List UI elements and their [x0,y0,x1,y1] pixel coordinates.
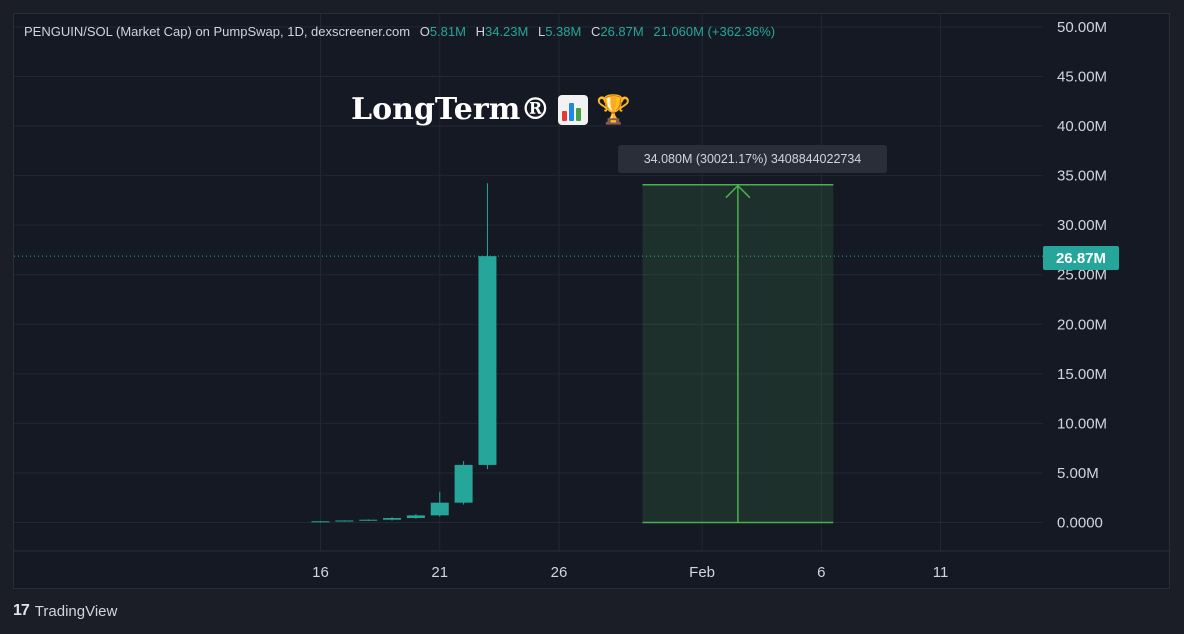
high-label: H [475,24,485,39]
high-value: 34.23M [484,24,529,39]
y-tick-label: 40.00M [1057,118,1107,135]
open-value: 5.81M [429,24,466,39]
y-tick-label: 15.00M [1057,366,1107,383]
candle-body [335,520,354,522]
x-tick-label: Feb [689,564,715,581]
candle-body [406,515,425,519]
y-tick-label: 20.00M [1057,316,1107,333]
longterm-annotation[interactable]: LongTerm® 🏆 [351,92,631,127]
y-tick-label: 45.00M [1057,68,1107,85]
annotation-text: LongTerm® [351,92,551,127]
close-value: 26.87M [600,24,644,39]
candle-body [383,518,402,520]
x-tick-label: 6 [817,564,825,581]
trophy-emoji-icon: 🏆 [596,93,632,126]
open-label: O [419,24,430,39]
y-tick-label: 35.00M [1057,168,1107,185]
tradingview-name: TradingView [34,602,118,620]
symbol-title: PENGUIN/SOL (Market Cap) on PumpSwap, 1D… [24,24,411,39]
candle-body [311,521,330,523]
change-value: 21.060M (+362.36%) [653,24,776,39]
bar-chart-emoji-icon [558,94,589,125]
y-tick-label: 5.00M [1057,465,1099,482]
y-tick-label: 30.00M [1057,217,1107,234]
y-tick-label: 10.00M [1057,415,1107,432]
x-tick-label: 16 [312,564,329,581]
close-label: C [590,24,601,39]
tradingview-mark-icon: 17 [13,602,30,619]
x-tick-label: 21 [431,564,448,581]
x-tick-label: 11 [933,564,949,581]
y-tick-label: 50.00M [1057,19,1107,36]
y-tick-label: 0.0000 [1057,515,1103,532]
chart-area[interactable]: 50.00M 45.00M 40.00M 35.00M 30.00M 25.00M 20.0… [13,13,1171,589]
measure-tooltip: 34.080M (30021.17%) 3408844022734 [618,145,887,173]
tradingview-logo[interactable]: 17 TradingView [13,602,117,620]
low-value: 5.38M [545,24,582,39]
candle-body [359,519,378,521]
x-tick-label: 26 [551,564,568,581]
candle-body [454,464,473,503]
last-price-label: 26.87M [1043,246,1119,270]
candle-body [478,256,497,465]
ohlc-legend: PENGUIN/SOL (Market Cap) on PumpSwap, 1D… [24,24,775,39]
candle-body [430,502,449,516]
